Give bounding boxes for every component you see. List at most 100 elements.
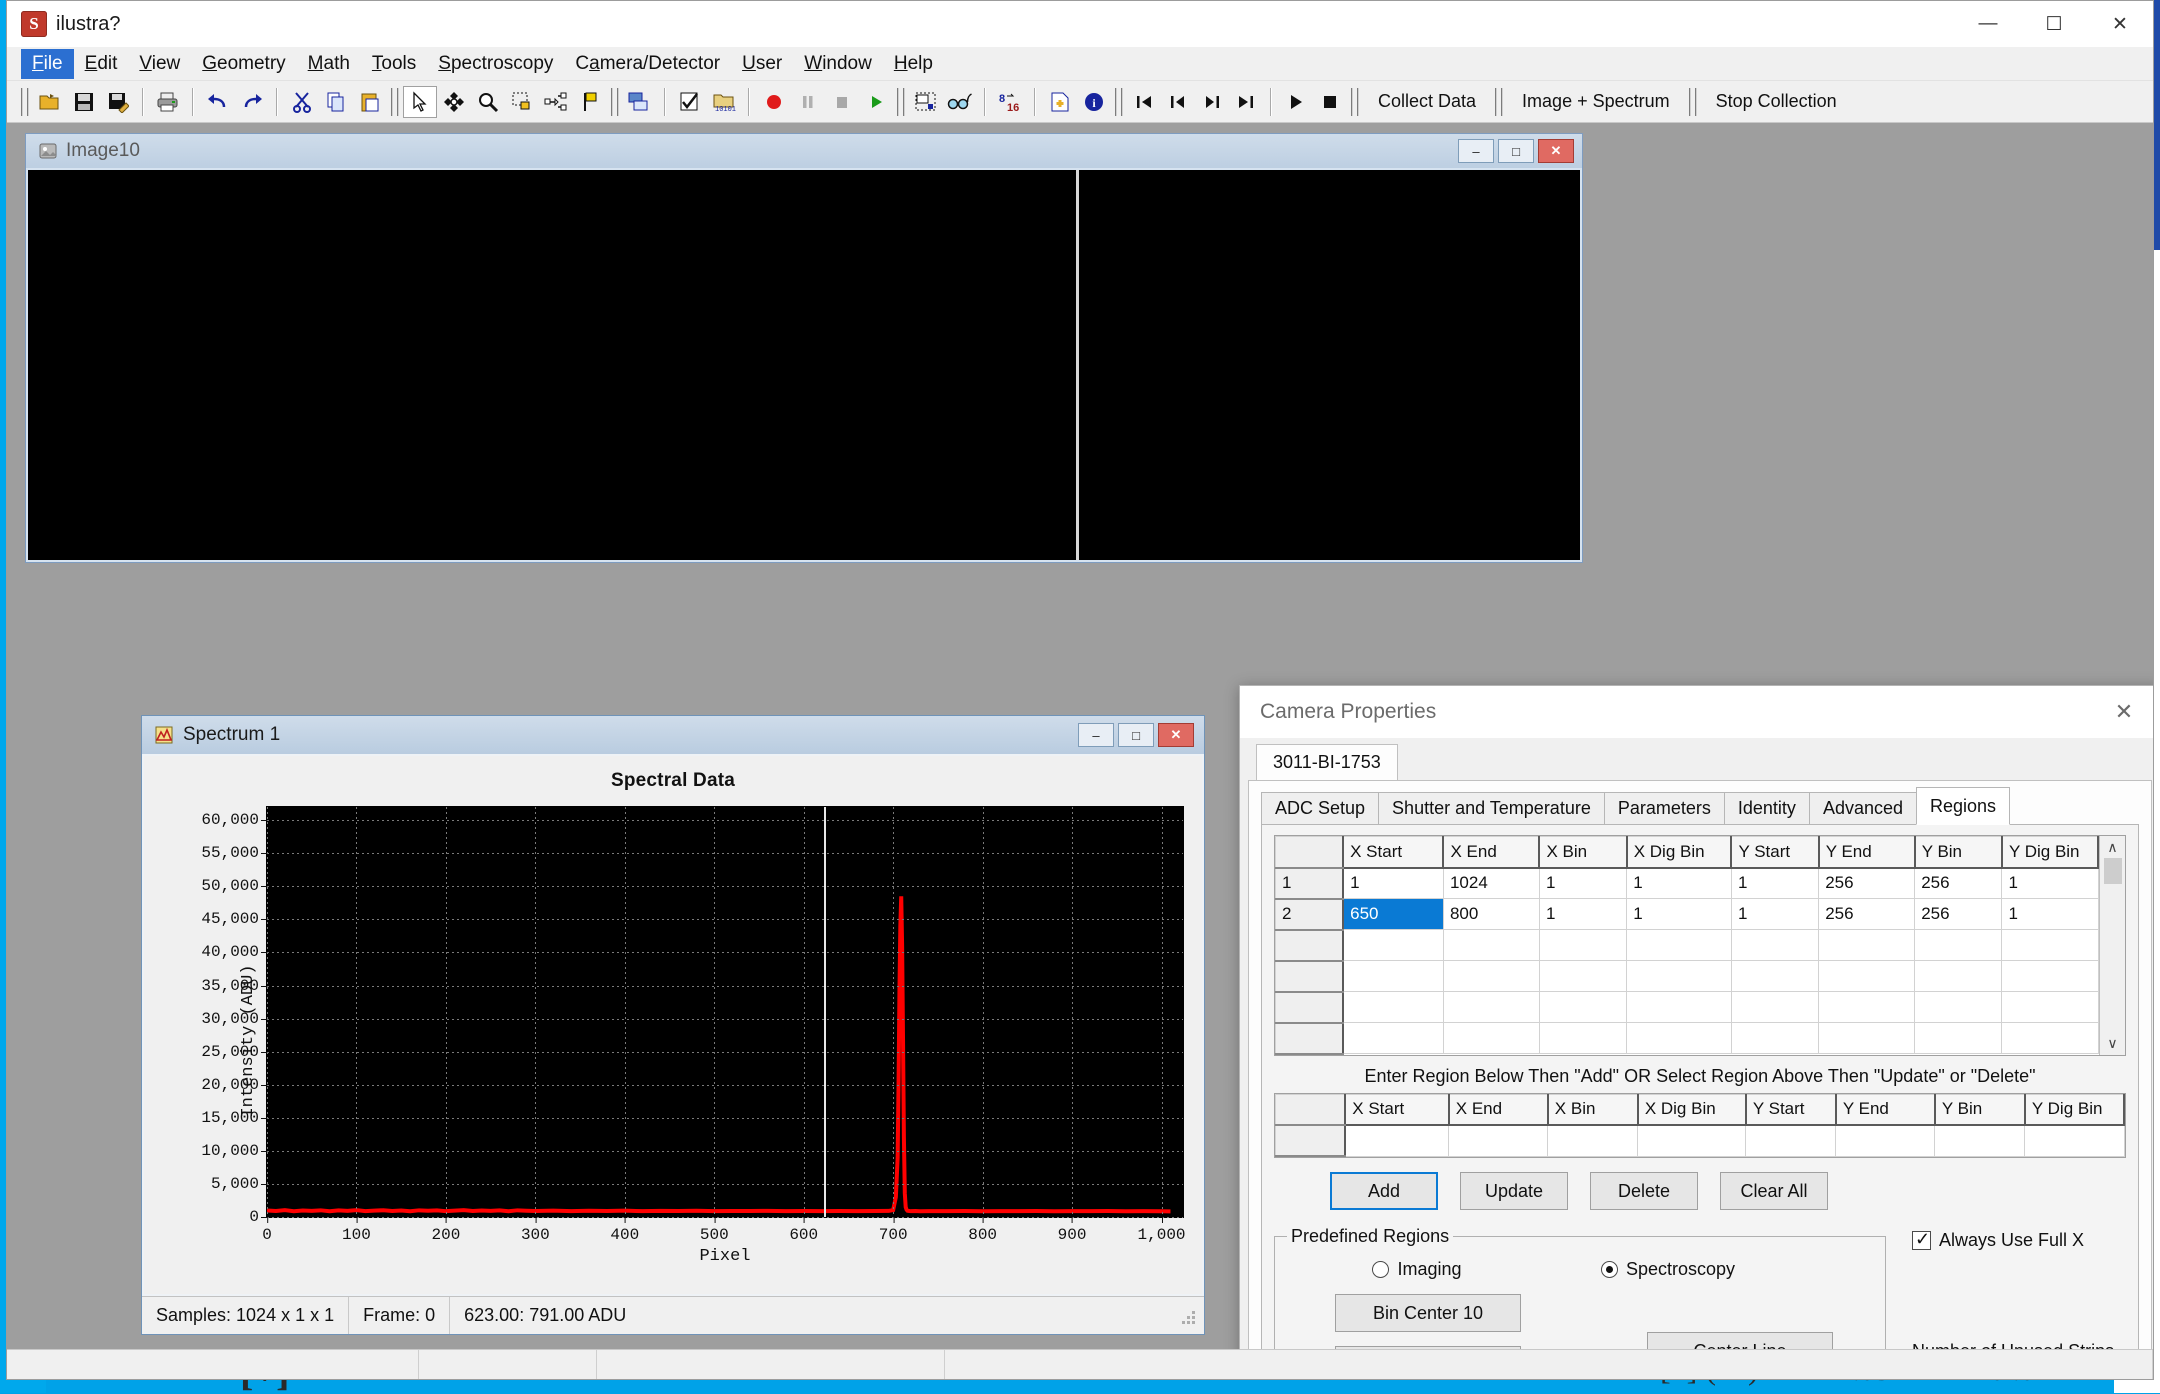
grid-cell[interactable] [1538, 1022, 1628, 1054]
table-row[interactable] [1275, 929, 2099, 962]
pointer-icon[interactable] [403, 85, 437, 118]
image-minimize-button[interactable]: – [1458, 139, 1494, 163]
copy-icon[interactable] [319, 86, 353, 118]
update-button[interactable]: Update [1460, 1172, 1568, 1210]
grid-cell[interactable] [1442, 929, 1540, 961]
prev-frame-icon[interactable] [1161, 86, 1195, 118]
grid-cell[interactable] [1934, 1124, 2026, 1157]
grid-cell[interactable] [1538, 960, 1628, 992]
add-button[interactable]: Add [1330, 1172, 1438, 1210]
image-canvas[interactable] [28, 170, 1580, 560]
grid-cell[interactable] [1914, 960, 2003, 992]
grid-cell[interactable] [1547, 1124, 1639, 1157]
add-document-icon[interactable] [1043, 86, 1077, 118]
radio-spectroscopy[interactable]: Spectroscopy [1601, 1259, 1735, 1280]
grid-cell[interactable] [1626, 991, 1732, 1023]
last-frame-icon[interactable] [1229, 86, 1263, 118]
grid-cell[interactable] [1818, 929, 1916, 961]
row-index-cell[interactable]: 1 [1275, 867, 1345, 900]
toolbar-gripper[interactable] [611, 87, 619, 116]
grid-cell[interactable]: 1 [2001, 898, 2099, 930]
glasses-icon[interactable] [943, 86, 977, 118]
camera-dialog-titlebar[interactable]: Camera Properties ✕ [1240, 686, 2153, 738]
grid-cell[interactable]: 800 [1442, 898, 1540, 930]
open-folder-icon[interactable] [33, 86, 67, 118]
grid-cell[interactable] [1448, 1124, 1549, 1157]
toolbar-gripper[interactable] [1688, 87, 1697, 116]
regions-grid[interactable]: X Start X End X Bin X Dig Bin Y Start Y End Y … [1274, 835, 2126, 1056]
grid-cell[interactable] [1730, 991, 1820, 1023]
section-tab-parameters[interactable]: Parameters [1603, 792, 1725, 825]
menu-item-window[interactable]: Window [793, 49, 883, 79]
section-tab-regions[interactable]: Regions [1916, 787, 2011, 825]
image-restore-button[interactable]: □ [1498, 139, 1534, 163]
record-icon[interactable] [757, 86, 791, 118]
always-use-full-x-checkbox[interactable]: Always Use Full X [1912, 1229, 2126, 1251]
image-close-button[interactable]: ✕ [1538, 139, 1574, 163]
grid-cell[interactable]: 1 [1626, 898, 1732, 930]
grid-cell[interactable]: 256 [1914, 898, 2003, 930]
menu-item-file[interactable]: File [21, 48, 74, 79]
grid-cell[interactable] [1342, 960, 1444, 992]
spectrum-restore-button[interactable]: □ [1118, 723, 1154, 747]
grid-cell[interactable]: 1 [2001, 867, 2099, 899]
column-header-y-end[interactable]: Y End [1818, 836, 1916, 869]
undo-icon[interactable] [201, 86, 235, 118]
column-header-y-bin[interactable]: Y Bin [1934, 1093, 2026, 1126]
table-row[interactable] [1275, 960, 2099, 993]
grid-cell[interactable] [1342, 991, 1444, 1023]
regions-grid-scrollbar[interactable]: ∧ ∨ [2099, 836, 2125, 1055]
column-header-x-end[interactable]: X End [1448, 1093, 1549, 1126]
device-tab-3011-bi-1753[interactable]: 3011-BI-1753 [1256, 744, 1398, 780]
grid-cell[interactable] [1442, 960, 1540, 992]
row-index-cell[interactable]: 2 [1275, 898, 1345, 931]
play-icon[interactable] [859, 86, 893, 118]
pause-icon[interactable] [791, 86, 825, 118]
column-header-y-start[interactable]: Y Start [1745, 1093, 1837, 1126]
grid-cell[interactable] [1914, 991, 2003, 1023]
grid-cell[interactable] [1637, 1124, 1747, 1157]
flag-icon[interactable] [573, 86, 607, 118]
save-as-icon[interactable] [101, 86, 135, 118]
grid-cell[interactable]: 1 [1342, 867, 1444, 899]
marquee-select-icon[interactable] [505, 86, 539, 118]
maximize-button[interactable]: ☐ [2021, 1, 2087, 47]
section-tab-identity[interactable]: Identity [1723, 792, 1810, 825]
grid-cell[interactable] [1342, 929, 1444, 961]
column-header-y-dig-bin[interactable]: Y Dig Bin [2001, 836, 2100, 869]
table-row[interactable] [1275, 1124, 2125, 1157]
table-row[interactable]: 1 1 1024 1 1 1 256 256 1 [1275, 867, 2099, 900]
grid-cell[interactable]: 1 [1538, 898, 1628, 930]
menu-item-geometry[interactable]: Geometry [191, 49, 296, 79]
info-icon[interactable]: i [1077, 86, 1111, 118]
table-row[interactable] [1275, 1022, 2099, 1055]
column-header-x-dig-bin[interactable]: X Dig Bin [1626, 836, 1733, 869]
grid-cell[interactable] [1626, 929, 1732, 961]
stop-icon[interactable] [825, 86, 859, 118]
image-window-titlebar[interactable]: Image10 – □ ✕ [26, 134, 1582, 168]
toolbar-gripper[interactable] [21, 87, 29, 116]
window-arrange-icon[interactable] [623, 86, 657, 118]
section-tab-advanced[interactable]: Advanced [1808, 792, 1917, 825]
grid-cell[interactable] [1818, 960, 1916, 992]
next-frame-icon[interactable] [1195, 86, 1229, 118]
menu-item-view[interactable]: View [128, 49, 191, 79]
spectrum-close-button[interactable]: ✕ [1158, 723, 1194, 747]
redo-icon[interactable] [235, 86, 269, 118]
menu-item-tools[interactable]: Tools [361, 49, 427, 79]
table-row[interactable]: 2 650 800 1 1 1 256 256 1 [1275, 898, 2099, 931]
spectrum-window-titlebar[interactable]: Spectrum 1 – □ ✕ [142, 716, 1204, 754]
grid-cell[interactable] [1818, 991, 1916, 1023]
grid-cell[interactable] [1442, 991, 1540, 1023]
binary-folder-icon[interactable]: 10101 [707, 86, 741, 118]
crosshair-target-icon[interactable] [437, 86, 471, 118]
grid-cell[interactable] [1344, 1124, 1450, 1157]
grid-cell[interactable] [1914, 1022, 2003, 1054]
minimize-button[interactable]: — [1955, 1, 2021, 47]
grid-cell[interactable] [1914, 929, 2003, 961]
node-edit-icon[interactable] [539, 86, 573, 118]
resize-grip[interactable] [1176, 1305, 1198, 1327]
menu-item-help[interactable]: Help [883, 49, 944, 79]
spectrum-minimize-button[interactable]: – [1078, 723, 1114, 747]
chart-plot-area[interactable]: 0 5,000 10,000 15,000 20,000 25,000 30,000 35,0… [201, 806, 1186, 1244]
